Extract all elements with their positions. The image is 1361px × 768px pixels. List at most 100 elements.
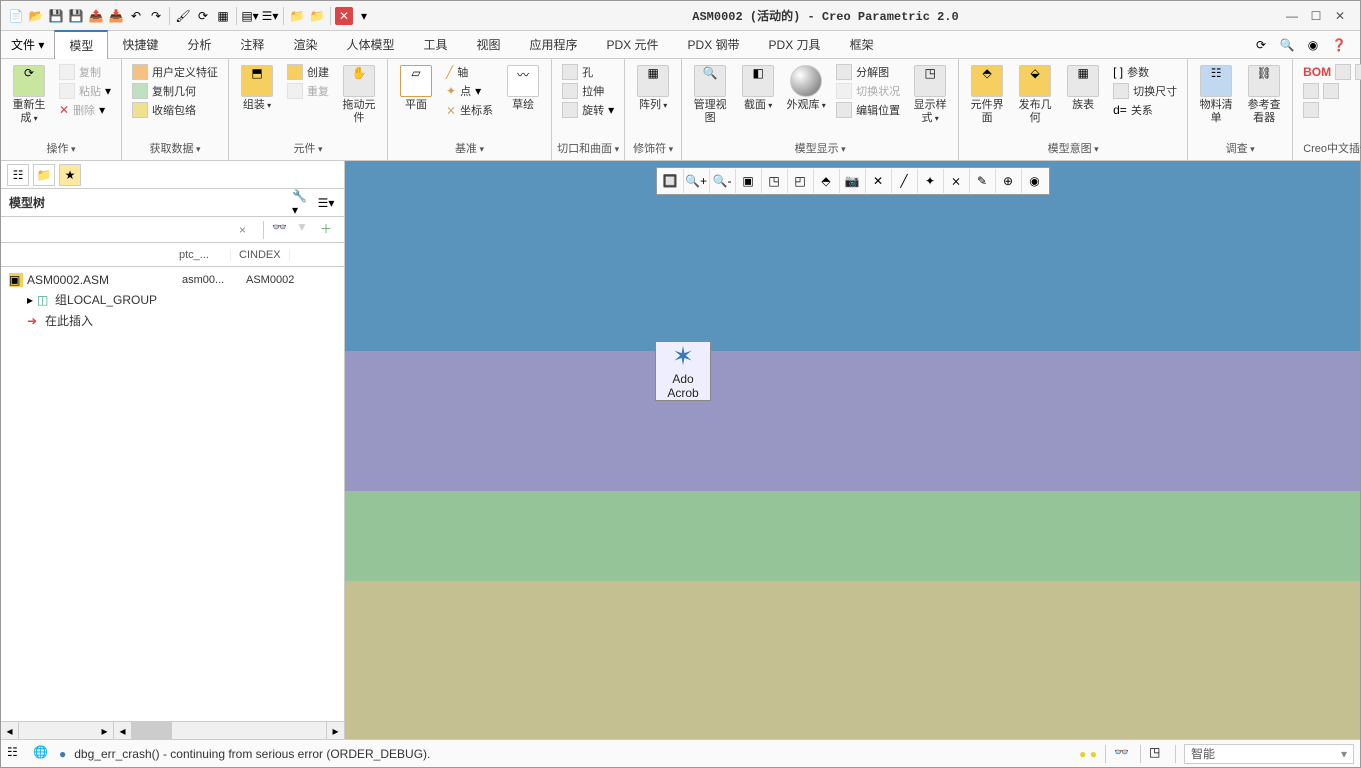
delete-button[interactable]: ✕删除 ▾ <box>55 101 115 119</box>
close-doc-icon[interactable]: ✕ <box>335 7 353 25</box>
copy-button[interactable]: 复制 <box>55 63 115 81</box>
search-help-icon[interactable]: 🔍 <box>1278 36 1296 54</box>
group-label-display[interactable]: 模型显示 <box>686 138 954 158</box>
tab-pdx-comp[interactable]: PDX 元件 <box>593 31 674 58</box>
group-label-getdata[interactable]: 获取数据 <box>126 138 224 158</box>
zoom-in-icon[interactable]: 🔍+ <box>684 169 710 193</box>
saveall-icon[interactable]: 💾 <box>67 7 85 25</box>
tab-pdx-tool[interactable]: PDX 刀具 <box>755 31 836 58</box>
capture-icon[interactable]: 📷 <box>840 169 866 193</box>
saved-view-icon[interactable]: ◳ <box>762 169 788 193</box>
maximize-button[interactable]: ☐ <box>1308 8 1324 24</box>
group-label-plugin[interactable]: Creo中文插件 <box>1297 138 1361 158</box>
tab-apps[interactable]: 应用程序 <box>516 31 593 58</box>
tab-model[interactable]: 模型 <box>54 30 108 59</box>
zoom-out-icon[interactable]: 🔍- <box>710 169 736 193</box>
family-table-button[interactable]: ▦族表 <box>1061 63 1105 114</box>
comp-interface-button[interactable]: ⬘元件界面 <box>965 63 1009 127</box>
window-list-icon[interactable]: ▦ <box>214 7 232 25</box>
publish-geom-button[interactable]: ⬙发布几何 <box>1013 63 1057 127</box>
selection-filter-dropdown[interactable]: 智能 <box>1184 744 1354 764</box>
tree-row-asm[interactable]: ▣ ASM0002.ASM asm00... ASM0002 <box>5 271 340 289</box>
graphics-area[interactable]: 🔲 🔍+ 🔍- ▣ ◳ ◰ ⬘ 📷 ✕ ╱ ✦ ⨯ ✎ ⊕ ◉ ✶ Ado Ac… <box>345 161 1360 739</box>
explode-button[interactable]: 分解图 <box>832 63 904 81</box>
status-find-icon[interactable]: 👓 <box>1114 745 1132 763</box>
sketch-button[interactable]: 〰 草绘 <box>501 63 545 114</box>
ref-viewer-button[interactable]: ⛓参考查看器 <box>1242 63 1286 127</box>
plugin-misc2-button[interactable] <box>1299 101 1361 119</box>
axis-button[interactable]: ╱轴 <box>442 63 497 81</box>
datum-axis-disp-icon[interactable]: ╱ <box>892 169 918 193</box>
group-label-datum[interactable]: 基准 <box>392 138 547 158</box>
group-label-operations[interactable]: 操作 <box>5 138 117 158</box>
view-mgr-icon[interactable]: ◰ <box>788 169 814 193</box>
extrude-button[interactable]: 拉伸 <box>558 82 618 100</box>
status-browser-icon[interactable]: 🌐 <box>33 745 51 763</box>
close-button[interactable]: ✕ <box>1332 8 1348 24</box>
status-tree-icon[interactable]: ☷ <box>7 745 25 763</box>
refit-icon[interactable]: ▣ <box>736 169 762 193</box>
tab-analysis[interactable]: 分析 <box>173 31 226 58</box>
datum-point-disp-icon[interactable]: ✦ <box>918 169 944 193</box>
bom-button[interactable]: ☷物料清单 <box>1194 63 1238 127</box>
paste-button[interactable]: 粘贴 ▾ <box>55 82 115 100</box>
create-comp-button[interactable]: 创建 <box>283 63 333 81</box>
down-icon[interactable]: 📥 <box>107 7 125 25</box>
redo-icon[interactable]: ↷ <box>147 7 165 25</box>
regen-icon[interactable]: ⟳ <box>194 7 212 25</box>
appearance-button[interactable]: 外观库 <box>784 63 828 114</box>
up-icon[interactable]: 📤 <box>87 7 105 25</box>
perspective-icon[interactable]: ◉ <box>1022 169 1048 193</box>
display-style-button[interactable]: ◳显示样式 <box>908 63 952 127</box>
tree-search-input[interactable] <box>5 221 235 239</box>
group-label-modifier[interactable]: 修饰符 <box>629 138 677 158</box>
point-button[interactable]: ✦点 ▾ <box>442 82 497 100</box>
udf-button[interactable]: 用户定义特征 <box>128 63 222 81</box>
group-label-cut[interactable]: 切口和曲面 <box>556 138 620 158</box>
toggle-dim-button[interactable]: 切换尺寸 <box>1109 82 1181 100</box>
sidebar-tab-fav-icon[interactable]: ★ <box>59 164 81 186</box>
group-label-intent[interactable]: 模型意图 <box>963 138 1183 158</box>
status-3d-icon[interactable]: ◳ <box>1149 745 1167 763</box>
datum-plane-disp-icon[interactable]: ✕ <box>866 169 892 193</box>
scroll-right-icon[interactable]: ▸ <box>326 722 344 739</box>
plane-button[interactable]: ▱ 平面 <box>394 63 438 114</box>
parameters-button[interactable]: [ ]参数 <box>1109 63 1181 81</box>
open-icon[interactable]: 📂 <box>27 7 45 25</box>
regenerate-button[interactable]: ⟳ 重新生成 <box>7 63 51 127</box>
learning-icon[interactable]: ◉ <box>1304 36 1322 54</box>
binocular-icon[interactable]: 👓 <box>272 220 292 240</box>
save-icon[interactable]: 💾 <box>47 7 65 25</box>
pattern-button[interactable]: ▦ 阵列 <box>631 63 675 114</box>
scroll-left2-icon[interactable]: ◂ <box>114 722 132 739</box>
scroll-split-icon[interactable]: ▸ <box>96 722 114 739</box>
hole-button[interactable]: 孔 <box>558 63 618 81</box>
expand-icon[interactable]: ▸ <box>27 293 33 307</box>
annotation-disp-icon[interactable]: ✎ <box>970 169 996 193</box>
group-label-component[interactable]: 元件 <box>233 138 383 158</box>
copy-geom-button[interactable]: 复制几何 <box>128 82 222 100</box>
datum-csys-disp-icon[interactable]: ⨯ <box>944 169 970 193</box>
layers-icon[interactable]: ☰▾ <box>261 7 279 25</box>
tab-frame[interactable]: 框架 <box>836 31 889 58</box>
folder1-icon[interactable]: 📁 <box>288 7 306 25</box>
adobe-acrobat-shortcut[interactable]: ✶ Ado Acrob <box>655 341 711 401</box>
sidebar-tab-tree-icon[interactable]: ☷ <box>7 164 29 186</box>
assemble-button[interactable]: ⬒ 组装 <box>235 63 279 114</box>
new-icon[interactable]: 📄 <box>7 7 25 25</box>
help-icon[interactable]: ❓ <box>1330 36 1348 54</box>
plugin-bom-button[interactable]: BOM <box>1299 63 1361 81</box>
revolve-button[interactable]: 旋转 ▾ <box>558 101 618 119</box>
tree-row-insert[interactable]: ➜ 在此插入 <box>5 310 340 331</box>
folder2-icon[interactable]: 📁 <box>308 7 326 25</box>
add-filter-icon[interactable]: ＋ <box>320 220 340 240</box>
qat-dropdown-icon[interactable]: ▾ <box>355 7 373 25</box>
named-view-icon[interactable]: ⬘ <box>814 169 840 193</box>
tab-manikin[interactable]: 人体模型 <box>332 31 409 58</box>
refresh-icon[interactable]: ⟳ <box>1252 36 1270 54</box>
scroll-left-icon[interactable]: ◂ <box>1 722 19 739</box>
group-label-investigate[interactable]: 调查 <box>1192 138 1288 158</box>
tab-pdx-strip[interactable]: PDX 钢带 <box>674 31 755 58</box>
tree-col-cindex[interactable]: CINDEX <box>231 249 290 261</box>
file-menu[interactable]: 文件 ▾ <box>1 31 54 58</box>
